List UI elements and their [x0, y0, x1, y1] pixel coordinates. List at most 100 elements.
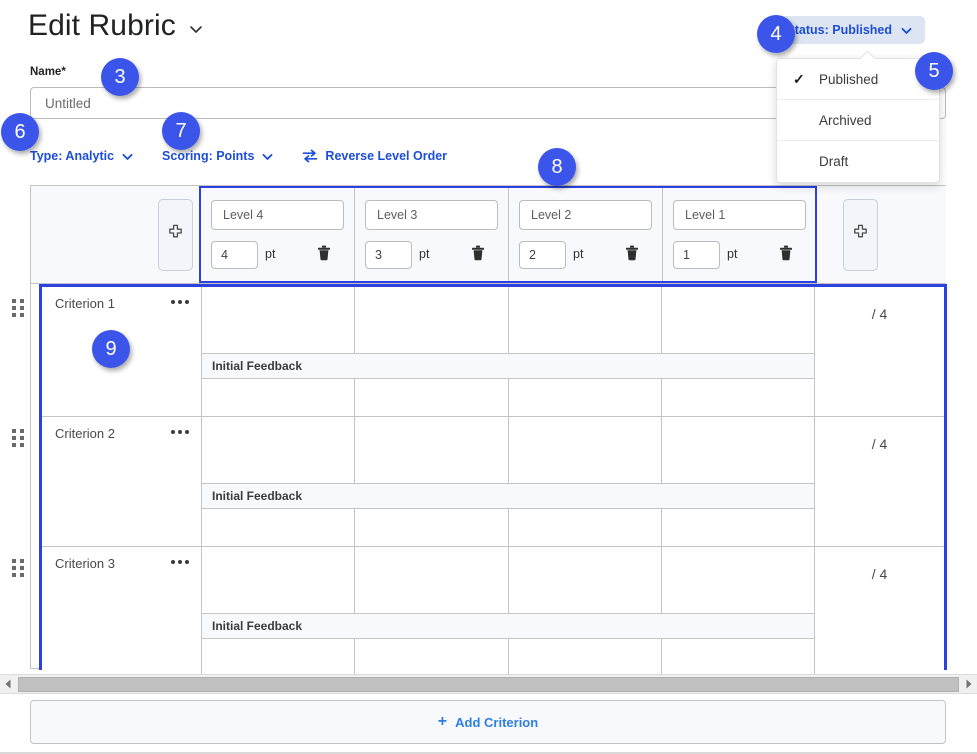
criterion-name-cell[interactable]: Criterion 2: [42, 417, 202, 546]
criterion-name-label: Criterion 2: [55, 426, 115, 441]
trash-icon[interactable]: [471, 245, 485, 261]
rubric-grid: pt pt: [30, 185, 947, 677]
callout-badge-3: 3: [101, 58, 139, 96]
criterion-level-cell[interactable]: [509, 417, 662, 483]
criterion-score-cell[interactable]: / 4: [814, 287, 944, 416]
criterion-level-cell[interactable]: [355, 417, 509, 483]
criterion-score-cell[interactable]: / 4: [814, 547, 944, 677]
criterion-feedback-cell[interactable]: [509, 379, 662, 416]
criterion-row-3: Criterion 3 Initial Feedback / 4: [42, 547, 944, 677]
criterion-level-cell[interactable]: [509, 547, 662, 613]
type-dropdown[interactable]: Type: Analytic: [30, 149, 134, 163]
criterion-level-cell[interactable]: [662, 547, 814, 613]
plus-icon: [852, 224, 869, 246]
level-column-4: pt: [663, 188, 817, 281]
criterion-feedback-cell[interactable]: [509, 509, 662, 546]
horizontal-scrollbar[interactable]: [0, 674, 977, 694]
triangle-left-icon[interactable]: [0, 675, 16, 693]
level-points-input[interactable]: [211, 241, 258, 269]
level-name-input[interactable]: [673, 200, 806, 230]
status-dropdown-button[interactable]: Status: Published: [773, 16, 925, 44]
trash-icon[interactable]: [625, 245, 639, 261]
status-menu-item-draft[interactable]: Draft: [777, 141, 939, 182]
level-points-unit: pt: [419, 247, 430, 261]
level-points-input[interactable]: [673, 241, 720, 269]
initial-feedback-label: Initial Feedback: [212, 619, 303, 633]
level-name-input[interactable]: [365, 200, 498, 230]
status-menu-item-archived[interactable]: Archived: [777, 100, 939, 141]
criterion-level-cell[interactable]: [355, 547, 509, 613]
callout-badge-5: 5: [915, 52, 953, 90]
type-dropdown-label: Type: Analytic: [30, 149, 115, 163]
ellipsis-icon[interactable]: [171, 424, 189, 440]
trash-icon[interactable]: [779, 245, 793, 261]
ellipsis-icon[interactable]: [171, 294, 189, 310]
initial-feedback-bar: Initial Feedback: [202, 483, 814, 509]
scoring-dropdown[interactable]: Scoring: Points: [162, 149, 274, 163]
criterion-level-description-row: [202, 547, 814, 613]
rubric-table-wrapper: pt pt: [30, 185, 947, 677]
reverse-level-order-button[interactable]: Reverse Level Order: [302, 149, 447, 163]
level-name-input[interactable]: [519, 200, 652, 230]
chevron-down-icon: [900, 24, 913, 37]
status-menu-label: Archived: [819, 112, 872, 128]
criterion-level-cell[interactable]: [509, 287, 662, 353]
add-level-button-right[interactable]: [843, 199, 878, 271]
callout-badge-6: 6: [1, 113, 39, 151]
add-criterion-label: Add Criterion: [455, 714, 539, 730]
levels-header-row: pt pt: [31, 186, 946, 284]
plus-icon: [167, 224, 184, 246]
criterion-score-cell[interactable]: / 4: [814, 417, 944, 546]
name-field-label: Name*: [30, 66, 66, 78]
criterion-level-cell[interactable]: [355, 287, 509, 353]
criterion-feedback-cell[interactable]: [355, 509, 509, 546]
criterion-level-cell[interactable]: [202, 417, 356, 483]
level-name-input[interactable]: [211, 200, 344, 230]
criterion-feedback-cell[interactable]: [202, 639, 356, 677]
criterion-level-cells: Initial Feedback: [202, 417, 814, 546]
criterion-level-cells: Initial Feedback: [202, 547, 814, 677]
criterion-level-cell[interactable]: [662, 287, 814, 353]
add-level-button-left[interactable]: [158, 199, 193, 271]
criterion-feedback-cell[interactable]: [202, 509, 356, 546]
add-criterion-button[interactable]: + Add Criterion: [30, 700, 946, 744]
criterion-feedback-row: [202, 509, 814, 546]
drag-handle-icon[interactable]: [12, 299, 25, 318]
criterion-level-cell[interactable]: [662, 417, 814, 483]
criterion-feedback-cell[interactable]: [662, 379, 814, 416]
chevron-down-icon[interactable]: [188, 21, 204, 37]
levels-highlight-band: pt pt: [199, 186, 817, 283]
ellipsis-icon[interactable]: [171, 554, 189, 570]
criterion-feedback-cell[interactable]: [202, 379, 356, 416]
criterion-level-cell[interactable]: [202, 547, 356, 613]
criterion-score-label: / 4: [871, 436, 888, 452]
reverse-level-order-label: Reverse Level Order: [325, 149, 448, 163]
criterion-level-description-row: [202, 287, 814, 353]
criterion-level-cell[interactable]: [202, 287, 356, 353]
criterion-feedback-cell[interactable]: [355, 379, 509, 416]
triangle-right-icon[interactable]: [961, 675, 977, 693]
criterion-feedback-cell[interactable]: [662, 639, 814, 677]
edit-rubric-page: Edit Rubric Status: Published ✓ Publishe…: [0, 0, 977, 754]
level-points-input[interactable]: [519, 241, 566, 269]
swap-arrows-icon: [302, 149, 318, 163]
plus-icon: +: [437, 713, 448, 730]
page-title-row: Edit Rubric: [28, 8, 204, 44]
criterion-row-1: Criterion 1 Initial Feedback / 4: [42, 287, 944, 417]
callout-badge-8: 8: [538, 148, 576, 186]
page-title: Edit Rubric: [28, 9, 176, 42]
check-icon: ✓: [793, 70, 805, 87]
criterion-feedback-cell[interactable]: [509, 639, 662, 677]
criterion-score-label: / 4: [871, 566, 888, 582]
criterion-score-label: / 4: [871, 306, 888, 322]
drag-handle-icon[interactable]: [12, 429, 25, 448]
drag-handle-icon[interactable]: [12, 559, 25, 578]
level-points-input[interactable]: [365, 241, 412, 269]
trash-icon[interactable]: [317, 245, 331, 261]
criterion-feedback-cell[interactable]: [662, 509, 814, 546]
scrollbar-thumb[interactable]: [18, 676, 959, 692]
criterion-name-label: Criterion 1: [55, 296, 115, 311]
criterion-feedback-cell[interactable]: [355, 639, 509, 677]
criterion-name-cell[interactable]: Criterion 3: [42, 547, 202, 677]
menu-pointer-arrow: [859, 51, 875, 59]
